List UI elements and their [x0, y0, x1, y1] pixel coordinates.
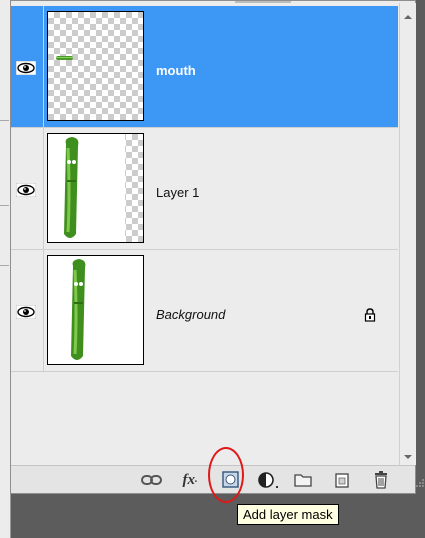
mouth-shape-icon [56, 56, 73, 60]
new-layer-icon[interactable] [329, 470, 355, 490]
trash-icon[interactable] [368, 470, 394, 490]
visibility-cell[interactable] [11, 6, 44, 127]
visibility-cell[interactable] [11, 128, 44, 249]
layer-name[interactable]: Layer 1 [156, 185, 199, 200]
layer-row-background[interactable]: Background [11, 250, 398, 372]
layer-name[interactable]: Background [156, 307, 225, 322]
dropdown-dot: . [195, 474, 198, 485]
resize-grip-icon[interactable] [415, 477, 425, 489]
cucumber-icon [71, 259, 86, 360]
panel-top-tab [235, 1, 291, 3]
tooltip: Add layer mask [237, 504, 339, 525]
eye-icon[interactable] [16, 305, 36, 319]
scroll-up-icon[interactable] [402, 11, 414, 23]
layers-panel: mouth Layer 1 Background fx. [10, 0, 424, 494]
panel-edge-divider [0, 120, 9, 121]
layer-thumbnail-background [47, 255, 144, 365]
cucumber-icon [64, 134, 143, 242]
visibility-cell[interactable] [11, 250, 44, 371]
lock-icon [364, 308, 376, 322]
layer-row-layer-1[interactable]: Layer 1 [11, 128, 398, 250]
eye-icon[interactable] [16, 183, 36, 197]
link-layers-icon[interactable] [139, 470, 165, 490]
layer-thumbnail-mouth [47, 11, 144, 121]
eye-icon[interactable] [16, 61, 36, 75]
layers-list: mouth Layer 1 Background [11, 6, 398, 373]
scroll-down-icon[interactable] [402, 451, 414, 463]
layer-thumbnail-layer-1 [47, 133, 144, 243]
layers-scrollbar[interactable] [399, 3, 416, 465]
panel-edge-divider [0, 265, 9, 266]
layer-name[interactable]: mouth [156, 63, 196, 78]
fx-label: fx [182, 472, 196, 488]
fx-icon[interactable]: fx. [177, 470, 203, 490]
folder-icon[interactable] [290, 470, 316, 490]
adjustment-layer-icon[interactable] [255, 470, 281, 490]
panel-edge-divider [0, 205, 9, 206]
layer-row-mouth[interactable]: mouth [11, 6, 398, 128]
annotation-circle [208, 447, 244, 503]
